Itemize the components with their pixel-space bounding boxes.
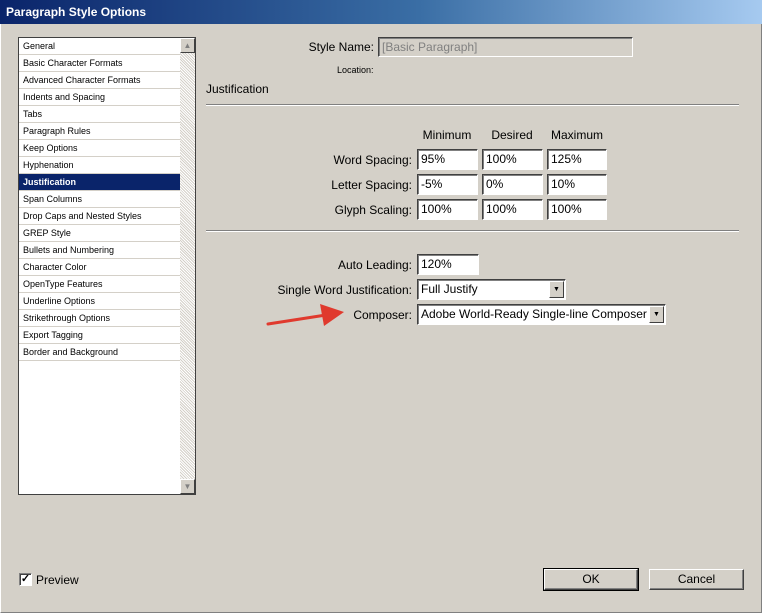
letter-spacing-max-field[interactable]: 10%	[547, 174, 607, 195]
single-word-justification-select[interactable]: Full Justify ▼	[417, 279, 566, 300]
column-desired: Desired	[491, 128, 533, 142]
sidebar-item-basic-character-formats[interactable]: Basic Character Formats	[19, 55, 180, 72]
letter-spacing-min-field[interactable]: -5%	[417, 174, 478, 195]
sidebar-item-strikethrough-options[interactable]: Strikethrough Options	[19, 310, 180, 327]
letter-spacing-label: Letter Spacing:	[331, 178, 412, 192]
sidebar-item-export-tagging[interactable]: Export Tagging	[19, 327, 180, 344]
glyph-scaling-max-field[interactable]: 100%	[547, 199, 607, 220]
sidebar-item-tabs[interactable]: Tabs	[19, 106, 180, 123]
category-list-scrollbar[interactable]: ▲ ▼	[180, 38, 195, 494]
divider-middle	[206, 230, 739, 232]
preview-checkbox[interactable]: ✓	[19, 573, 32, 586]
sidebar-item-bullets-and-numbering[interactable]: Bullets and Numbering	[19, 242, 180, 259]
cancel-button[interactable]: Cancel	[649, 569, 744, 590]
sidebar-item-keep-options[interactable]: Keep Options	[19, 140, 180, 157]
down-arrow-icon[interactable]: ▼	[180, 479, 195, 494]
sidebar-item-advanced-character-formats[interactable]: Advanced Character Formats	[19, 72, 180, 89]
red-arrow-icon	[266, 304, 344, 326]
style-name-field[interactable]: [Basic Paragraph]	[378, 37, 633, 57]
sidebar-item-paragraph-rules[interactable]: Paragraph Rules	[19, 123, 180, 140]
ok-button[interactable]: OK	[543, 568, 639, 591]
word-spacing-label: Word Spacing:	[333, 153, 413, 167]
sidebar-item-grep-style[interactable]: GREP Style	[19, 225, 180, 242]
composer-select[interactable]: Adobe World-Ready Single-line Composer ▼	[417, 304, 666, 325]
sidebar-item-indents-and-spacing[interactable]: Indents and Spacing	[19, 89, 180, 106]
glyph-scaling-min-field[interactable]: 100%	[417, 199, 478, 220]
glyph-scaling-label: Glyph Scaling:	[334, 203, 412, 217]
letter-spacing-desired-field[interactable]: 0%	[482, 174, 543, 195]
sidebar-item-span-columns[interactable]: Span Columns	[19, 191, 180, 208]
sidebar-item-underline-options[interactable]: Underline Options	[19, 293, 180, 310]
column-minimum: Minimum	[422, 128, 472, 142]
window-title: Paragraph Style Options	[6, 5, 147, 19]
word-spacing-max-field[interactable]: 125%	[547, 149, 607, 170]
category-list: General Basic Character Formats Advanced C…	[19, 38, 180, 494]
style-name-label: Style Name:	[308, 40, 374, 54]
sidebar-item-hyphenation[interactable]: Hyphenation	[19, 157, 180, 174]
category-list-frame: General Basic Character Formats Advanced C…	[18, 37, 196, 495]
sidebar-item-drop-caps-and-nested-styles[interactable]: Drop Caps and Nested Styles	[19, 208, 180, 225]
glyph-scaling-desired-field[interactable]: 100%	[482, 199, 543, 220]
sidebar-item-opentype-features[interactable]: OpenType Features	[19, 276, 180, 293]
sidebar-item-justification[interactable]: Justification	[19, 174, 180, 191]
preview-label: Preview	[36, 573, 79, 587]
single-word-justification-label: Single Word Justification:	[277, 283, 412, 297]
word-spacing-desired-field[interactable]: 100%	[482, 149, 543, 170]
composer-value: Adobe World-Ready Single-line Composer	[421, 307, 647, 321]
sidebar-item-character-color[interactable]: Character Color	[19, 259, 180, 276]
up-arrow-icon[interactable]: ▲	[180, 38, 195, 53]
chevron-down-icon[interactable]: ▼	[649, 306, 664, 323]
section-title: Justification	[206, 82, 269, 96]
chevron-down-icon[interactable]: ▼	[549, 281, 564, 298]
auto-leading-label: Auto Leading:	[337, 258, 412, 272]
column-maximum: Maximum	[550, 128, 603, 142]
word-spacing-min-field[interactable]: 95%	[417, 149, 478, 170]
sidebar-item-general[interactable]: General	[19, 38, 180, 55]
location-label: Location:	[337, 65, 374, 75]
title-bar: Paragraph Style Options	[0, 0, 762, 24]
auto-leading-field[interactable]: 120%	[417, 254, 479, 275]
sidebar-item-border-and-background[interactable]: Border and Background	[19, 344, 180, 361]
divider-top	[206, 104, 739, 106]
single-word-justification-value: Full Justify	[421, 282, 478, 296]
